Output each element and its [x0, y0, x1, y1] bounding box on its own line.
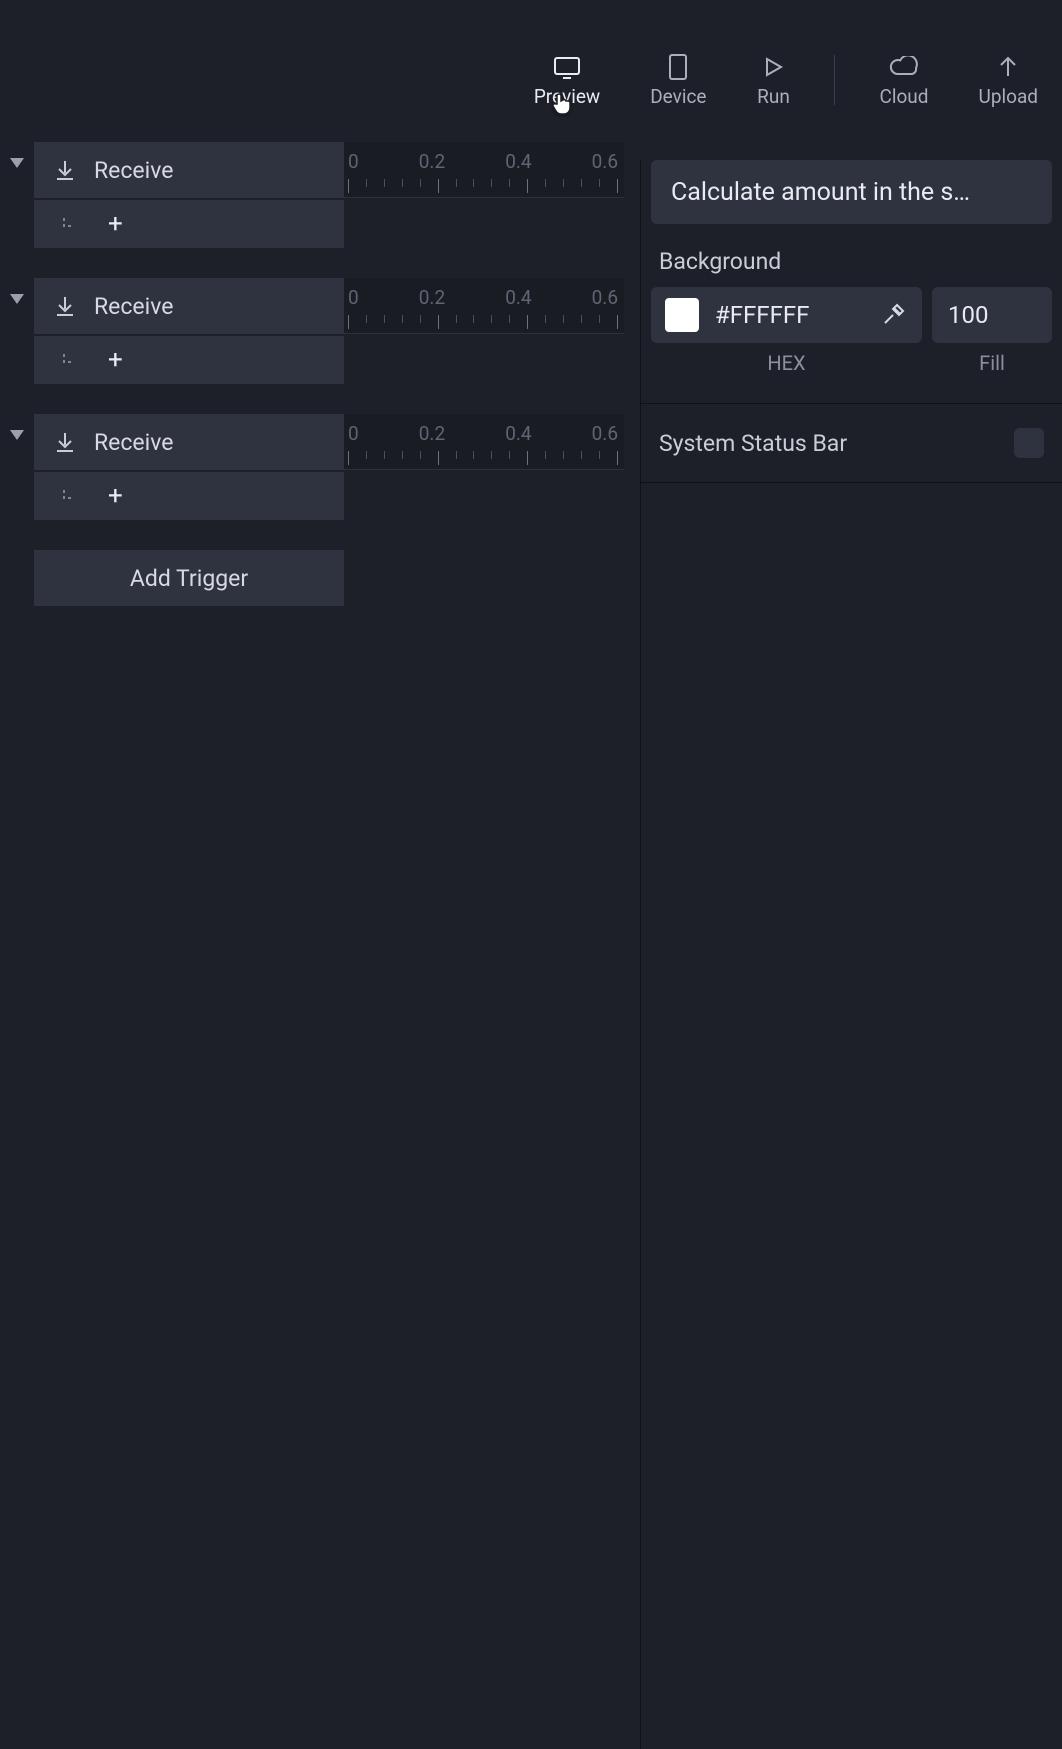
preview-label: Preview [534, 85, 600, 108]
panel-divider [641, 482, 1062, 483]
cloud-icon [887, 53, 921, 81]
tick-label: 0.4 [505, 150, 531, 173]
add-trigger-label: Add Trigger [130, 565, 248, 592]
hex-field[interactable]: #FFFFFF [651, 287, 922, 343]
trigger-label: Receive [94, 429, 173, 456]
upload-label: Upload [979, 85, 1039, 108]
inspector-panel: Calculate amount in the s… Background #F… [640, 160, 1062, 1749]
toolbar-group-right: Cloud Upload [873, 53, 1044, 108]
trigger-add-action[interactable]: + [34, 200, 344, 248]
triggers-column: Receive + Receive [0, 142, 344, 606]
tick-label: 0.2 [419, 422, 445, 445]
system-status-bar-checkbox[interactable] [1014, 428, 1044, 458]
trigger-add-action[interactable]: + [34, 336, 344, 384]
fill-value: 100 [948, 301, 988, 329]
toolbar: Preview Device Run Cloud Upload [528, 40, 1044, 120]
background-sublabels: HEX Fill [641, 343, 1062, 375]
color-swatch[interactable] [665, 298, 699, 332]
tick-label: 0.4 [505, 422, 531, 445]
trigger-rows: Receive + [34, 278, 344, 384]
receive-icon [50, 291, 80, 321]
subaction-icon [58, 212, 82, 236]
trigger-block: Receive + [0, 414, 344, 520]
trigger-label: Receive [94, 157, 173, 184]
device-icon [661, 53, 695, 81]
eyedropper-icon[interactable] [878, 300, 908, 330]
plus-icon: + [108, 347, 123, 373]
device-label: Device [650, 85, 706, 108]
trigger-label: Receive [94, 293, 173, 320]
subaction-icon [58, 484, 82, 508]
upload-button[interactable]: Upload [973, 53, 1045, 108]
trigger-block: Receive + [0, 278, 344, 384]
monitor-icon [550, 53, 584, 81]
timeline-column: 0 0.2 0.4 0.6 0 0.2 0.4 0.6 [344, 142, 624, 520]
run-label: Run [757, 85, 790, 108]
subaction-icon [58, 348, 82, 372]
hex-value: #FFFFFF [715, 301, 862, 329]
tick-label: 0 [348, 150, 359, 173]
collapse-toggle[interactable] [0, 414, 34, 440]
tick-label: 0.6 [592, 422, 618, 445]
preview-button[interactable]: Preview [528, 53, 606, 108]
tick-label: 0.2 [419, 150, 445, 173]
trigger-rows: Receive + [34, 142, 344, 248]
plus-icon: + [108, 211, 123, 237]
trigger-block: Receive + [0, 142, 344, 248]
fill-field[interactable]: 100 [932, 287, 1052, 343]
collapse-toggle[interactable] [0, 142, 34, 168]
play-icon [756, 53, 790, 81]
trigger-rows: Receive + [34, 414, 344, 520]
collapse-toggle[interactable] [0, 278, 34, 304]
cloud-button[interactable]: Cloud [873, 53, 934, 108]
background-label: Background [659, 248, 1062, 275]
run-button[interactable]: Run [750, 53, 796, 108]
ruler-block: 0 0.2 0.4 0.6 [344, 278, 624, 384]
ruler-block: 0 0.2 0.4 0.6 [344, 414, 624, 520]
trigger-row-receive[interactable]: Receive [34, 414, 344, 470]
tick-label: 0.4 [505, 286, 531, 309]
timeline-ruler[interactable]: 0 0.2 0.4 0.6 [344, 278, 624, 334]
system-status-bar-row: System Status Bar [641, 404, 1062, 482]
trigger-row-receive[interactable]: Receive [34, 278, 344, 334]
ruler-block: 0 0.2 0.4 0.6 [344, 142, 624, 248]
tick-label: 0.2 [419, 286, 445, 309]
selection-title-text: Calculate amount in the s… [671, 178, 970, 207]
fill-sublabel: Fill [932, 351, 1052, 375]
plus-icon: + [108, 483, 123, 509]
cloud-label: Cloud [879, 85, 928, 108]
device-button[interactable]: Device [644, 53, 712, 108]
trigger-add-action[interactable]: + [34, 472, 344, 520]
timeline-ruler[interactable]: 0 0.2 0.4 0.6 [344, 414, 624, 470]
tick-label: 0 [348, 422, 359, 445]
toolbar-group-left: Preview Device Run [528, 53, 797, 108]
hex-sublabel: HEX [651, 351, 922, 375]
tick-label: 0.6 [592, 286, 618, 309]
tick-label: 0.6 [592, 150, 618, 173]
system-status-bar-label: System Status Bar [659, 430, 847, 457]
receive-icon [50, 155, 80, 185]
upload-icon [991, 53, 1025, 81]
selection-title[interactable]: Calculate amount in the s… [651, 160, 1052, 224]
tick-label: 0 [348, 286, 359, 309]
add-trigger-button[interactable]: Add Trigger [34, 550, 344, 606]
timeline-ruler[interactable]: 0 0.2 0.4 0.6 [344, 142, 624, 198]
background-row: #FFFFFF 100 [641, 287, 1062, 343]
trigger-row-receive[interactable]: Receive [34, 142, 344, 198]
toolbar-separator [834, 55, 835, 105]
receive-icon [50, 427, 80, 457]
